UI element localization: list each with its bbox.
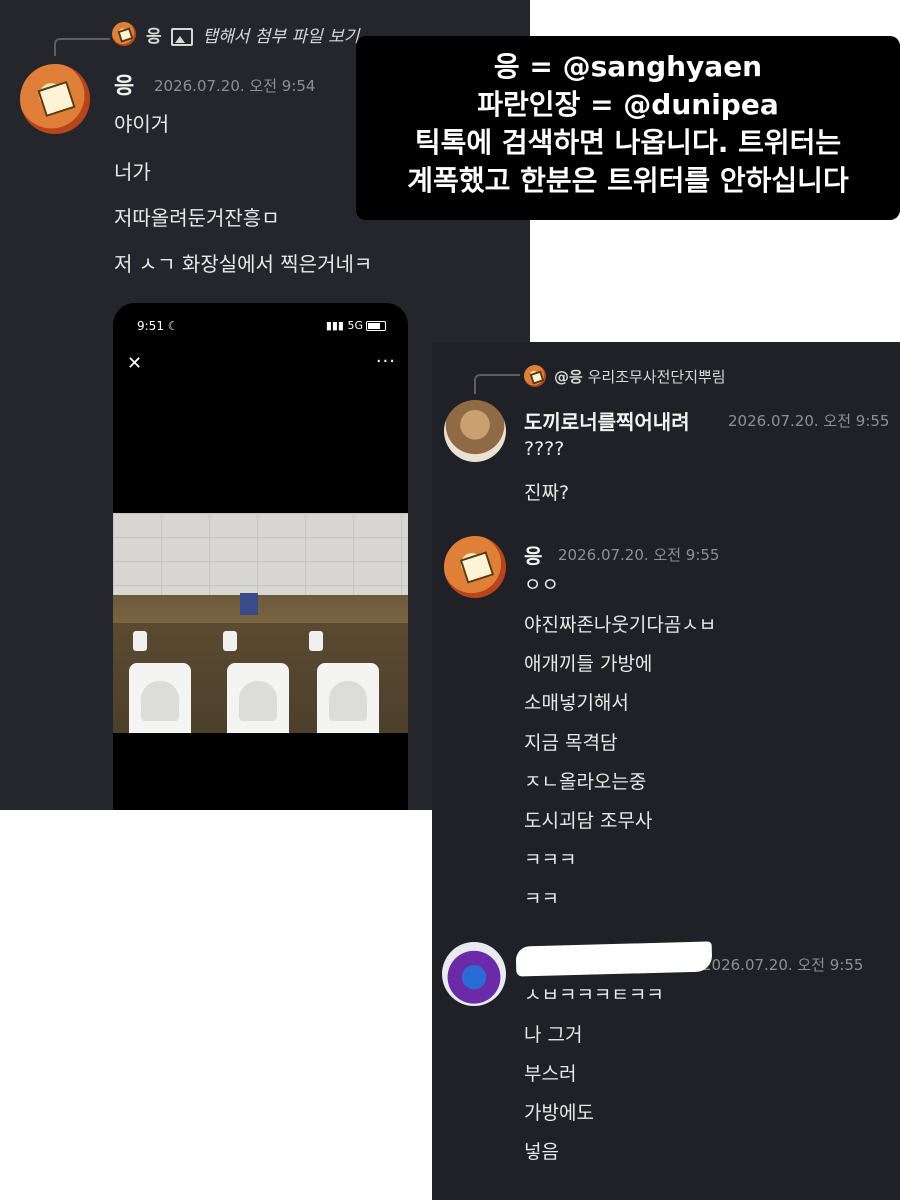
image-icon bbox=[171, 28, 194, 46]
reply-avatar bbox=[112, 22, 136, 46]
message-line: ???? bbox=[524, 438, 565, 460]
message-line: 애개끼들 가방에 bbox=[524, 653, 653, 675]
message-line: 야이거 bbox=[114, 112, 170, 136]
message-line: 저따올려둔거잔흥ㅁ bbox=[114, 206, 280, 230]
wall-sign bbox=[240, 593, 258, 615]
message-line: 저 ㅅㄱ 화장실에서 찍은거네ㅋ bbox=[114, 252, 373, 276]
message-line: ㅋㅋㅋ bbox=[524, 849, 577, 871]
message-line: 지금 목격담 bbox=[524, 732, 618, 754]
reply-connector bbox=[474, 374, 520, 394]
redaction-mark bbox=[515, 941, 713, 977]
reply-preview[interactable]: 응 탭해서 첨부 파일 보기 bbox=[146, 22, 359, 47]
message-author[interactable]: 도끼로너를찍어내려 bbox=[524, 406, 690, 435]
message-line: ㅅㅂㅋㅋㅋㅌㅋㅋ bbox=[524, 984, 664, 1006]
reply-author: 응 bbox=[146, 27, 162, 47]
message-timestamp: 2026.07.20. 오전 9:54 bbox=[154, 77, 316, 95]
message-line: ㅋㅋ bbox=[524, 888, 559, 910]
attachment-image[interactable]: 9:51 ☾ ▮▮▮ 5G ✕ ··· bbox=[113, 303, 408, 810]
avatar[interactable] bbox=[444, 400, 506, 462]
message-line: 야진짜존나웃기다곰ㅅㅂ bbox=[524, 614, 717, 636]
reply-text: 탭해서 첨부 파일 보기 bbox=[202, 27, 360, 47]
avatar[interactable] bbox=[444, 536, 506, 598]
message-line: ㅈㄴ올라오는중 bbox=[524, 771, 647, 793]
urinal bbox=[227, 663, 289, 733]
caption-line: 응 = @sanghyaen bbox=[493, 50, 763, 83]
message-line: 부스러 bbox=[524, 1063, 577, 1085]
reply-avatar bbox=[524, 365, 546, 387]
message-timestamp: 2026.07.20. 오전 9:55 bbox=[728, 412, 890, 430]
battery-icon bbox=[366, 321, 386, 331]
dispenser bbox=[133, 631, 147, 651]
message-timestamp: 2026.07.20. 오전 9:55 bbox=[558, 546, 720, 564]
avatar[interactable] bbox=[20, 64, 90, 134]
reply-preview[interactable]: @응 우리조무사전단지뿌림 bbox=[554, 366, 726, 387]
urinal bbox=[317, 663, 379, 733]
message-line: 도시괴담 조무사 bbox=[524, 810, 653, 832]
avatar[interactable] bbox=[442, 942, 506, 1006]
reply-connector bbox=[54, 38, 110, 56]
dispenser bbox=[309, 631, 323, 651]
message-author[interactable]: 응 bbox=[524, 540, 542, 569]
message-line: 너가 bbox=[114, 160, 151, 184]
more-dots-icon[interactable]: ··· bbox=[376, 351, 396, 372]
caption-line: 파란인장 = @dunipea bbox=[477, 88, 779, 121]
status-indicators: ▮▮▮ 5G bbox=[326, 319, 386, 332]
wall-tiles bbox=[113, 513, 408, 595]
urinal bbox=[129, 663, 191, 733]
message-line: 소매넣기해서 bbox=[524, 692, 629, 714]
message-line: 진짜? bbox=[524, 482, 570, 504]
message-line: 가방에도 bbox=[524, 1102, 594, 1124]
caption-overlay: 응 = @sanghyaen 파란인장 = @dunipea 틱톡에 검색하면 … bbox=[356, 36, 900, 220]
message-line: ㅇㅇ bbox=[524, 574, 559, 596]
message-timestamp: 2026.07.20. 오전 9:55 bbox=[702, 956, 864, 974]
reply-text: 우리조무사전단지뿌림 bbox=[587, 368, 726, 386]
dispenser bbox=[223, 631, 237, 651]
message-line: 나 그거 bbox=[524, 1024, 583, 1046]
caption-line: 틱톡에 검색하면 나옵니다. 트위터는 bbox=[414, 126, 842, 159]
close-icon[interactable]: ✕ bbox=[127, 353, 142, 374]
photo-content bbox=[113, 513, 408, 733]
message-author[interactable]: 응 bbox=[114, 68, 134, 100]
chat-screenshot-right: @응 우리조무사전단지뿌림 도끼로너를찍어내려 2026.07.20. 오전 9… bbox=[432, 342, 900, 1200]
caption-line: 계폭했고 한분은 트위터를 안하십니다 bbox=[407, 164, 849, 197]
reply-author: @응 bbox=[554, 368, 583, 386]
message-line: 넣음 bbox=[524, 1141, 559, 1163]
status-time: 9:51 ☾ bbox=[137, 319, 179, 333]
